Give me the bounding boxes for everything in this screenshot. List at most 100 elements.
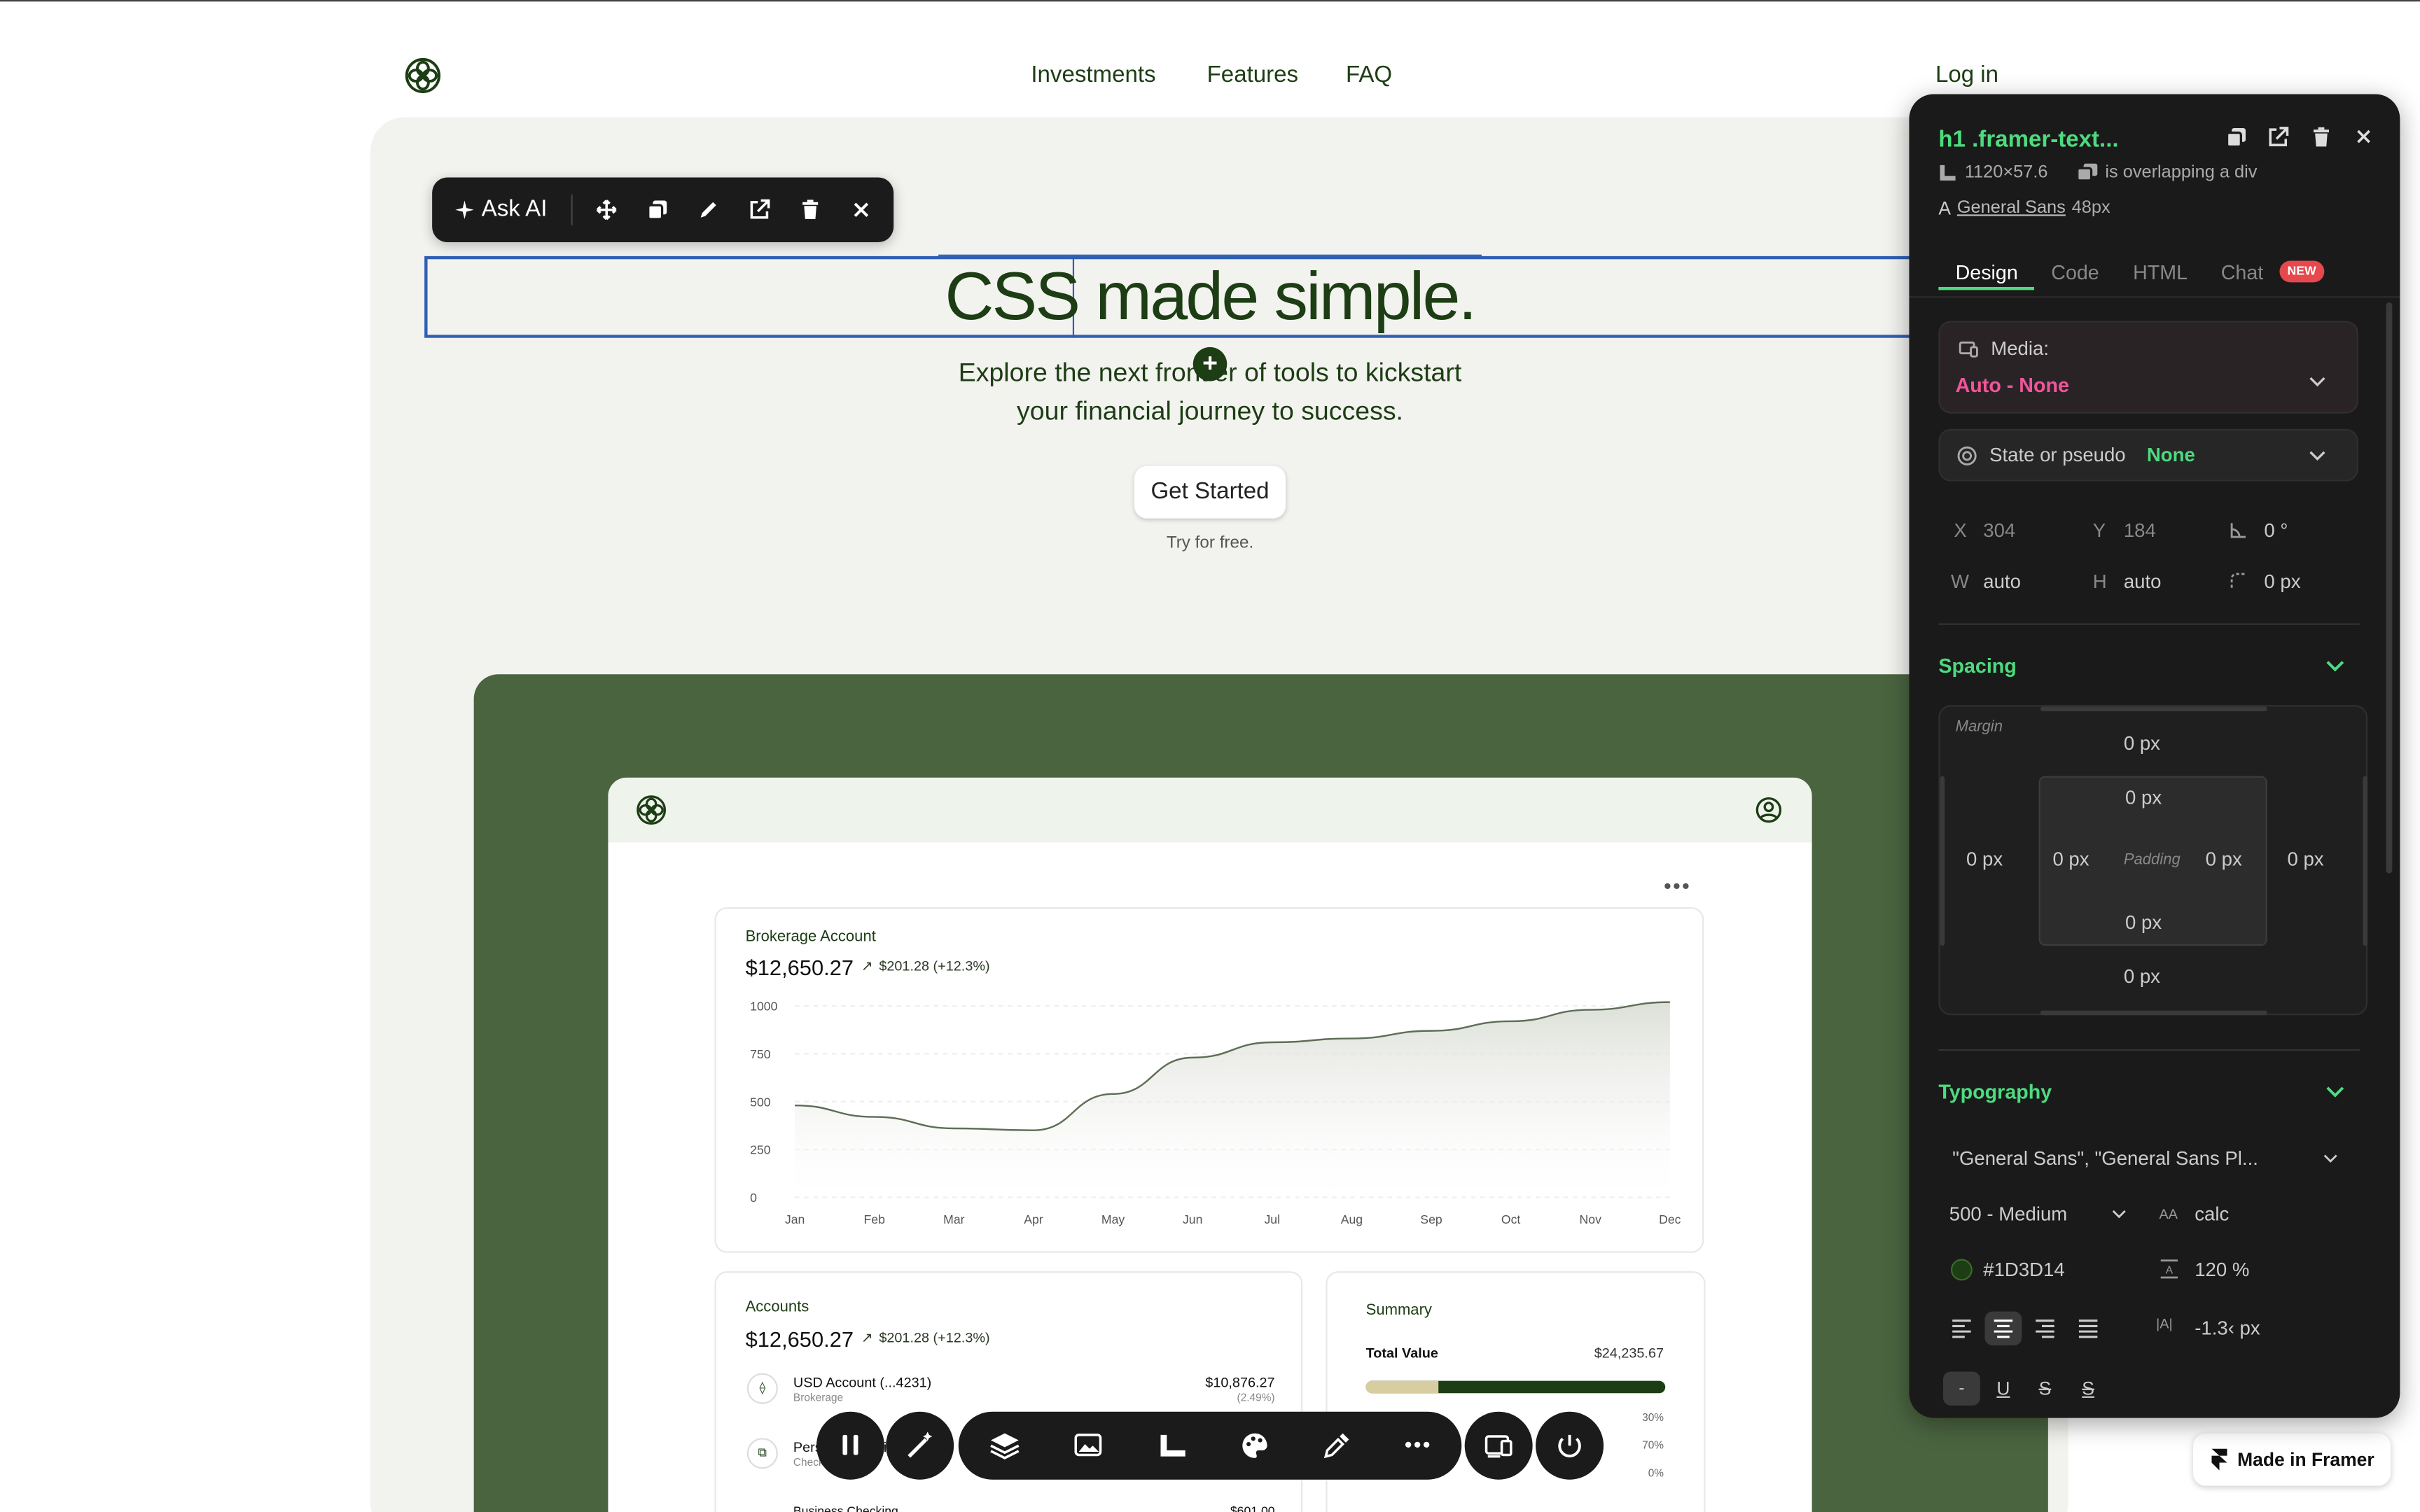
decoration-none-button[interactable]: - [1942, 1371, 1980, 1406]
font-weight-select[interactable]: 500 - Medium [1949, 1203, 2067, 1225]
strikethrough-button[interactable]: S [2026, 1371, 2064, 1405]
align-right-icon[interactable] [2026, 1311, 2064, 1345]
nav-link-investments[interactable]: Investments [1031, 62, 1155, 88]
corner-radius-input[interactable]: 0 px [2264, 571, 2300, 593]
accounts-amount: $12,650.27 [745, 1326, 854, 1352]
ruler-icon [1938, 164, 1956, 182]
letter-spacing-input[interactable]: -1.3‹ px [2195, 1317, 2260, 1339]
margin-bottom-handle[interactable] [2040, 1010, 2267, 1016]
trash-icon[interactable] [2311, 127, 2332, 148]
edit-icon[interactable] [695, 196, 723, 224]
media-select[interactable]: Media: Auto - None [1938, 321, 2358, 414]
more-icon[interactable]: ••• [1405, 1432, 1432, 1456]
x-tick-label: Nov [1580, 1212, 1602, 1226]
margin-top-input[interactable]: 0 px [2124, 733, 2160, 755]
rotation-icon [2230, 522, 2247, 538]
summary-pct: 70% [1642, 1441, 1664, 1452]
overlap-icon [2077, 163, 2098, 182]
padding-right-input[interactable]: 0 px [2206, 848, 2242, 870]
font-link[interactable]: General Sans [1957, 199, 2066, 217]
open-external-icon[interactable] [2267, 127, 2289, 148]
add-element-icon[interactable]: + [1192, 346, 1228, 382]
duplicate-icon[interactable] [644, 196, 672, 224]
magic-wand-button[interactable] [886, 1411, 954, 1480]
layers-icon[interactable] [989, 1432, 1020, 1460]
brand-logo-icon[interactable] [404, 57, 441, 94]
x-tick-label: May [1101, 1212, 1125, 1226]
image-icon[interactable] [1074, 1432, 1105, 1460]
font-size-input[interactable]: calc [2195, 1203, 2229, 1225]
get-started-button[interactable]: Get Started [1134, 465, 1286, 519]
move-icon[interactable] [592, 196, 620, 224]
y-tick-label: 1000 [750, 1000, 777, 1014]
properties-panel: h1 .framer-text... 1120×57.6 is overlapp… [1909, 94, 2400, 1418]
login-link[interactable]: Log in [1935, 62, 1998, 88]
x-tick-label: Dec [1659, 1212, 1681, 1226]
x-tick-label: Oct [1501, 1212, 1521, 1226]
spacing-section-title[interactable]: Spacing [1938, 654, 2016, 678]
trash-icon[interactable] [796, 196, 824, 224]
account-value: $601.00 [1230, 1504, 1275, 1512]
responsive-preview-button[interactable] [1464, 1411, 1533, 1480]
chevron-down-icon[interactable] [2326, 660, 2344, 673]
size-value: 1120×57.6 [1964, 163, 2048, 183]
typography-section-title[interactable]: Typography [1938, 1080, 2052, 1103]
nav-link-faq[interactable]: FAQ [1346, 62, 1392, 88]
color-swatch[interactable] [1950, 1259, 1973, 1281]
state-value: None [2146, 444, 2195, 466]
tab-html[interactable]: HTML [2133, 260, 2188, 284]
margin-left-handle[interactable] [1940, 776, 1945, 946]
made-in-framer-badge[interactable]: Made in Framer [2193, 1433, 2391, 1486]
line-height-input[interactable]: 120 % [2195, 1259, 2249, 1281]
y-input[interactable]: 184 [2124, 520, 2156, 542]
eyedropper-icon[interactable] [1323, 1432, 1351, 1460]
new-badge: NEW [2279, 260, 2324, 283]
tab-code[interactable]: Code [2051, 260, 2099, 284]
y-tick-label: 250 [750, 1143, 771, 1157]
align-left-icon[interactable] [1943, 1311, 1980, 1345]
width-input[interactable]: auto [1983, 571, 2021, 593]
align-center-icon[interactable] [1984, 1311, 2022, 1345]
tab-chat[interactable]: Chat [2221, 260, 2264, 284]
color-input[interactable]: #1D3D14 [1983, 1259, 2064, 1281]
tab-design[interactable]: Design [1956, 260, 2018, 284]
underline-button[interactable]: U [1984, 1371, 2022, 1405]
pause-button[interactable] [816, 1411, 884, 1480]
x-tick-label: Jun [1183, 1212, 1202, 1226]
state-select[interactable]: State or pseudo None [1938, 428, 2358, 482]
close-panel-icon[interactable] [2355, 128, 2372, 145]
more-options-icon: ••• [1664, 873, 1692, 898]
margin-right-input[interactable]: 0 px [2287, 848, 2323, 870]
align-justify-icon[interactable] [2070, 1311, 2107, 1345]
ask-ai-button[interactable]: Ask AI [454, 196, 547, 222]
chevron-down-icon[interactable] [2326, 1086, 2344, 1099]
try-free-note: Try for free. [1166, 533, 1254, 553]
margin-left-input[interactable]: 0 px [1966, 848, 2003, 870]
palette-icon[interactable] [1239, 1430, 1270, 1461]
padding-top-input[interactable]: 0 px [2125, 787, 2162, 808]
state-label: State or pseudo [1989, 444, 2126, 466]
brokerage-card: Brokerage Account $12,650.27 ↗ $201.28 (+… [714, 907, 1704, 1253]
arrow-up-right-icon: ↗ [861, 958, 873, 974]
close-icon[interactable] [847, 196, 875, 224]
power-button[interactable] [1536, 1411, 1604, 1480]
underline-strike-button[interactable]: S [2070, 1371, 2107, 1405]
padding-bottom-input[interactable]: 0 px [2125, 912, 2162, 934]
brokerage-change-value: $201.28 (+12.3%) [879, 958, 990, 974]
height-input[interactable]: auto [2124, 571, 2162, 593]
account-name: Business Checking [793, 1504, 898, 1512]
overlap-text: is overlapping a div [2105, 163, 2258, 183]
panel-scrollbar[interactable] [2386, 302, 2393, 874]
open-external-icon[interactable] [746, 196, 774, 224]
margin-top-handle[interactable] [2040, 706, 2267, 712]
margin-right-handle[interactable] [2363, 776, 2368, 946]
rotation-input[interactable]: 0 ° [2264, 520, 2288, 542]
duplicate-icon[interactable] [2225, 127, 2247, 148]
font-family-select[interactable]: "General Sans", "General Sans Pl... [1952, 1148, 2304, 1170]
nav-link-features[interactable]: Features [1207, 62, 1298, 88]
padding-left-input[interactable]: 0 px [2052, 848, 2089, 870]
ruler-icon[interactable] [1157, 1432, 1188, 1460]
margin-bottom-input[interactable]: 0 px [2124, 966, 2160, 988]
x-input[interactable]: 304 [1983, 520, 2015, 542]
page-title[interactable]: CSS made simple. [424, 256, 1996, 338]
